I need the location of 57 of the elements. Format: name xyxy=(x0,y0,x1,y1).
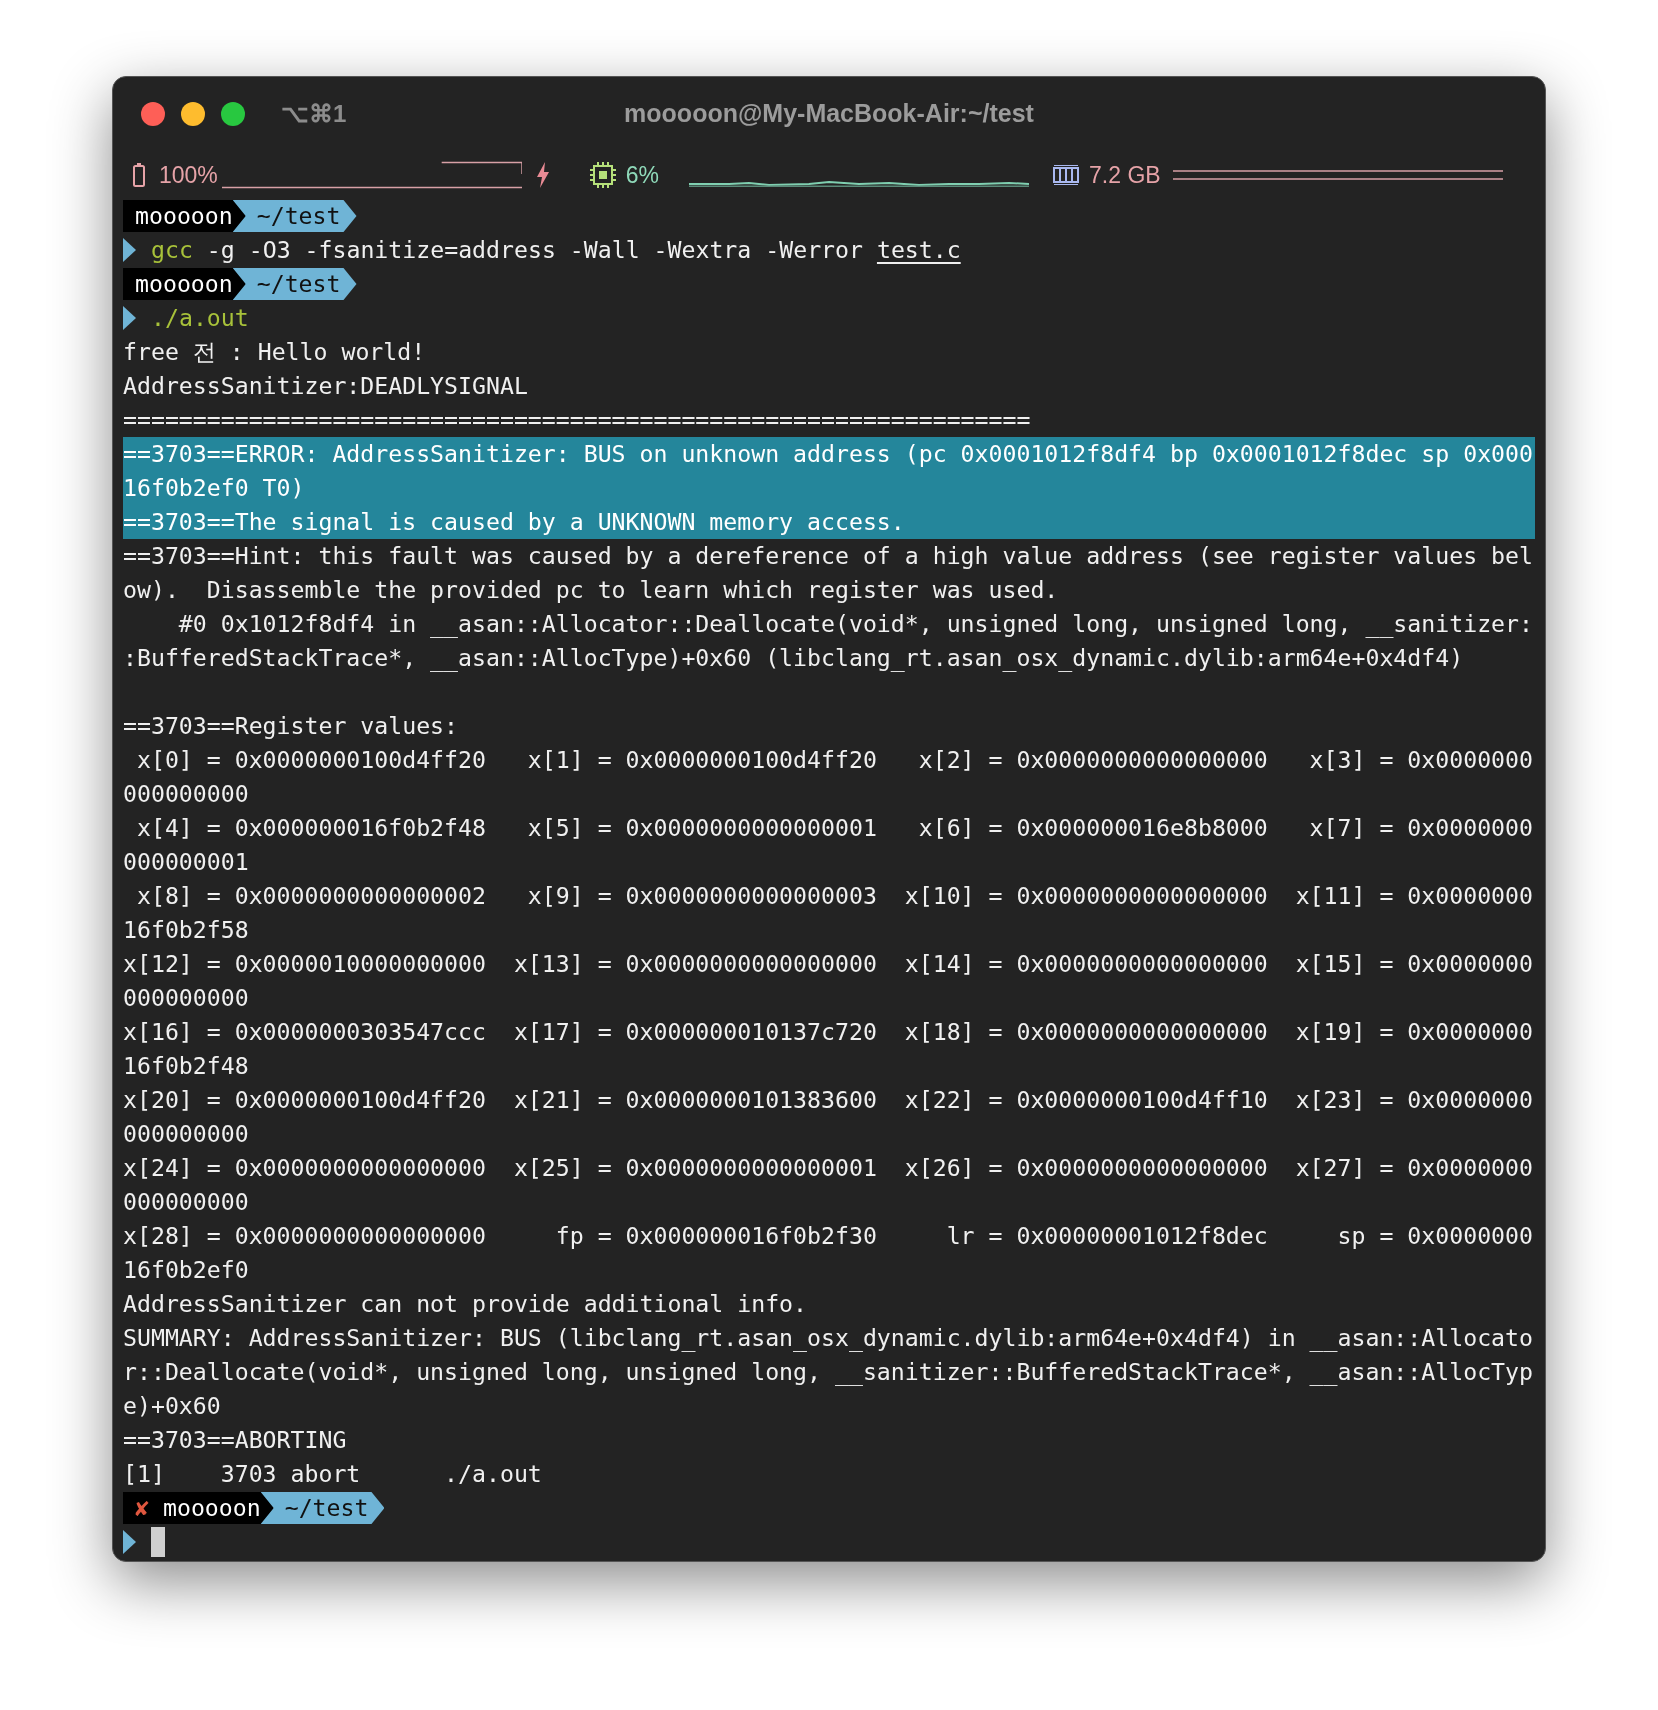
terminal-line: x[0] = 0x0000000100d4ff20 x[1] = 0x0000000100d4ff20 x[2] = 0x0000000000000000 x[3] = 0x0000000 xyxy=(135,745,1534,775)
memory-icon xyxy=(1053,165,1080,185)
zoom-button[interactable] xyxy=(221,102,245,126)
terminal-line: x[24] = 0x0000000000000000 x[25] = 0x0000000000000001 x[26] = 0x0000000000000000 x[27] = 0x0000000 xyxy=(123,1153,1534,1183)
prompt-path-segment: ~/test xyxy=(232,200,357,232)
terminal-line: 16f0b2ef0 xyxy=(123,1255,250,1285)
command-arguments: -g -O3 -fsanitize=address -Wall -Wextra -Werror xyxy=(205,235,864,265)
terminal-line: 16f0b2f48 xyxy=(123,1051,250,1081)
terminal-line: #0 0x1012f8df4 in __asan::Allocator::Deallocate(void*, unsigned long, unsigned long, __sanitizer: xyxy=(177,609,1534,640)
battery-percentage: 100% xyxy=(159,160,218,190)
terminal-line: [1] 3703 abort ./a.out xyxy=(123,1459,543,1489)
terminal-line: 16f0b2f58 xyxy=(123,915,250,945)
prompt-path-segment: ~/test xyxy=(232,268,357,300)
prompt-user: mooooon xyxy=(135,269,233,299)
lightning-icon xyxy=(535,162,550,188)
text-cursor xyxy=(151,1527,165,1557)
terminal-line: 000000000 xyxy=(123,779,250,809)
window-title: mooooon@My-MacBook-Air:~/test xyxy=(624,98,1034,130)
command-name: ./a.out xyxy=(151,303,249,333)
error-mark: ✘ xyxy=(135,1493,149,1523)
terminal-line: x[16] = 0x0000000303547ccc x[17] = 0x000000010137c720 x[18] = 0x0000000000000000 x[19] = 0x0000000 xyxy=(123,1017,1534,1047)
terminal-line: ==3703==Register values: xyxy=(123,711,460,741)
terminal-line: SUMMARY: AddressSanitizer: BUS (libclang_rt.asan_osx_dynamic.dylib:arm64e+0x4df4) in __asan::Allocato xyxy=(123,1323,1534,1354)
terminal-line: e)+0x60 xyxy=(123,1391,222,1421)
chip-icon xyxy=(589,162,616,188)
terminal-line: x[28] = 0x0000000000000000 fp = 0x000000016f0b2f30 lr = 0x00000001012f8dec sp = 0x0000000 xyxy=(123,1221,1534,1251)
terminal-line: 000000000 xyxy=(123,1187,250,1217)
minimize-button[interactable] xyxy=(181,102,205,126)
cpu-percentage: 6% xyxy=(625,160,660,190)
terminal-line: r::Deallocate(void*, unsigned long, unsigned long, __sanitizer::BufferedStackTrace*, __asan::AllocTyp xyxy=(123,1357,1534,1388)
terminal-line: ================================================================= xyxy=(123,405,1032,435)
terminal-line: x[12] = 0x0000010000000000 x[13] = 0x0000000000000000 x[14] = 0x0000000000000000 x[15] = 0x0000000 xyxy=(123,949,1534,979)
terminal-line: 000000000 xyxy=(123,1119,250,1149)
terminal-line: x[20] = 0x0000000100d4ff20 x[21] = 0x0000000101383600 x[22] = 0x0000000100d4ff10 x[23] = 0x0000000 xyxy=(123,1085,1534,1115)
file-path: test.c xyxy=(876,235,961,265)
prompt-arrow-icon xyxy=(123,1528,137,1556)
close-button[interactable] xyxy=(141,102,165,126)
tab-shortcut: ⌥⌘1 xyxy=(281,99,347,129)
terminal-line: free 전 : Hello world! xyxy=(123,337,427,367)
prompt-path-segment: ~/test xyxy=(260,1492,385,1524)
prompt-user: mooooon xyxy=(135,201,233,231)
memory-usage: 7.2 GB xyxy=(1089,160,1161,190)
terminal-line: 000000001 xyxy=(123,847,250,877)
terminal-line: ow). Disassemble the provided pc to learn which register was used. xyxy=(123,575,1060,605)
terminal-line: x[4] = 0x000000016f0b2f48 x[5] = 0x0000000000000001 x[6] = 0x000000016e8b8000 x[7] = 0x0000000 xyxy=(135,813,1534,843)
prompt-user: mooooon xyxy=(162,1493,261,1523)
terminal-line: x[8] = 0x0000000000000002 x[9] = 0x0000000000000003 x[10] = 0x0000000000000000 x[11] = 0x0000000 xyxy=(135,881,1534,911)
terminal-line: AddressSanitizer:DEADLYSIGNAL xyxy=(123,371,529,401)
terminal-line: AddressSanitizer can not provide additional info. xyxy=(123,1289,809,1319)
terminal-line: ==3703==ABORTING xyxy=(123,1425,348,1455)
prompt-arrow-icon xyxy=(123,236,137,264)
battery-icon xyxy=(133,163,145,187)
terminal-line: ==3703==Hint: this fault was caused by a dereference of a high value address (see register values bel xyxy=(123,541,1534,571)
prompt-arrow-icon xyxy=(123,304,137,332)
command-name: gcc xyxy=(151,235,193,265)
terminal-line: 000000000 xyxy=(123,983,250,1013)
terminal-line: :BufferedStackTrace*, __asan::AllocType)+0x60 (libclang_rt.asan_osx_dynamic.dylib:arm64e+0x4df4) xyxy=(123,643,1465,674)
